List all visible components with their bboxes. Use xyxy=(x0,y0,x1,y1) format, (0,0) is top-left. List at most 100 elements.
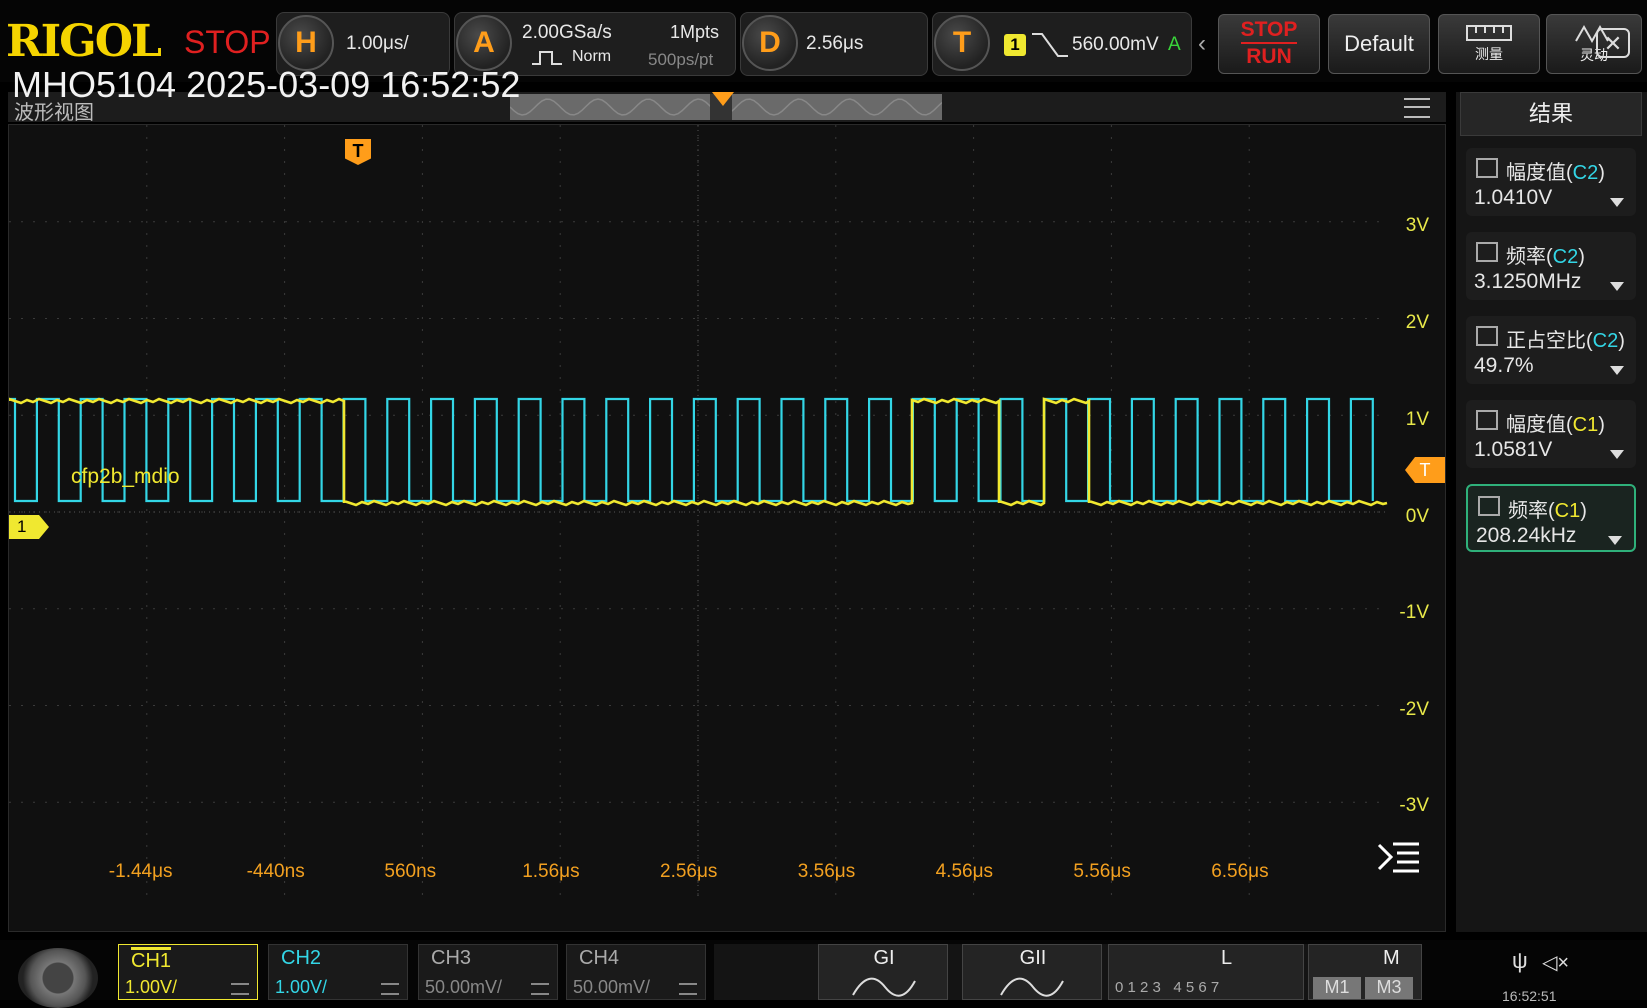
rigol-logo: RIGOL xyxy=(6,16,162,67)
result-name: 频率(C2) xyxy=(1506,246,1585,268)
y-tick-label: 3V xyxy=(1405,215,1429,236)
channel-tab-1[interactable]: CH1 1.00V/ xyxy=(118,944,258,1000)
timebase-value: 1.00μs/ xyxy=(346,33,409,54)
close-icon[interactable]: ✕ xyxy=(1596,28,1630,58)
result-name: 幅度值(C1) xyxy=(1506,414,1605,436)
navigation-menu-icon[interactable] xyxy=(1377,841,1421,873)
stop-run-button[interactable]: STOP RUN xyxy=(1218,14,1320,74)
channel-tab-4[interactable]: CH4 50.00mV/ xyxy=(566,944,706,1000)
channel-menu-icon[interactable] xyxy=(531,983,549,995)
default-button[interactable]: Default xyxy=(1328,14,1430,74)
chevron-down-icon[interactable] xyxy=(1610,282,1624,291)
waveform-canvas[interactable] xyxy=(9,125,1445,931)
measure-icon xyxy=(1476,242,1498,262)
result-channel: C2 xyxy=(1572,162,1599,184)
gii-sine-icon xyxy=(1000,977,1064,997)
measure-button[interactable]: 测量 xyxy=(1438,14,1540,74)
waveform-grid[interactable]: T T 1 cfp2b_mdio 3V 2V 1V 0V -1V -2V -3V -1.44… xyxy=(8,124,1446,932)
channel-name: CH4 xyxy=(579,947,620,969)
ch2-trace xyxy=(9,397,1374,503)
gii-tab[interactable]: GII xyxy=(962,944,1102,1000)
results-panel: 结果 幅度值(C2) 1.0410V 频率(C2) 3.1250MHz 正占空比(C2)… xyxy=(1456,92,1647,932)
usb-icon: ψ xyxy=(1512,948,1528,973)
channel-name: CH3 xyxy=(431,947,472,969)
result-value: 3.1250MHz xyxy=(1474,270,1582,293)
x-tick-label: -440ns xyxy=(246,861,305,882)
result-name: 正占空比(C2) xyxy=(1506,330,1625,352)
run-state-label: STOP xyxy=(184,24,271,60)
home-gear-icon[interactable] xyxy=(18,948,98,1008)
result-card[interactable]: 幅度值(C2) 1.0410V xyxy=(1466,148,1636,216)
y-tick-label: 1V xyxy=(1405,409,1429,430)
time-resolution: 500ps/pt xyxy=(648,50,714,69)
result-value: 49.7% xyxy=(1474,354,1534,377)
mute-icon[interactable]: ◁× xyxy=(1542,950,1569,975)
stop-label: STOP xyxy=(1240,18,1298,44)
delay-value: 2.56μs xyxy=(806,33,864,54)
result-card[interactable]: 正占空比(C2) 49.7% xyxy=(1466,316,1636,384)
math-tab[interactable]: M M1 M3 xyxy=(1308,944,1422,1000)
x-tick-label: 6.56μs xyxy=(1211,861,1269,882)
x-tick-label: 3.56μs xyxy=(797,861,856,882)
result-name: 幅度值(C2) xyxy=(1506,162,1605,184)
chevron-down-icon[interactable] xyxy=(1608,536,1622,545)
rising-edge-icon xyxy=(1032,33,1068,57)
trigger-time-marker-label: T xyxy=(352,141,364,161)
result-channel: C1 xyxy=(1572,414,1599,436)
menu-icon[interactable] xyxy=(1404,98,1430,118)
y-tick-label: 2V xyxy=(1405,312,1429,333)
result-value: 1.0581V xyxy=(1474,438,1553,461)
logic-label: L xyxy=(1221,947,1233,969)
ch1-ground-marker-label: 1 xyxy=(17,517,27,536)
result-value: 1.0410V xyxy=(1474,186,1553,209)
channel-tab-3[interactable]: CH3 50.00mV/ xyxy=(418,944,558,1000)
acquire-mode-icon xyxy=(532,51,562,65)
results-title: 结果 xyxy=(1460,92,1642,136)
delay-badge[interactable]: D xyxy=(742,15,798,71)
m1-label[interactable]: M1 xyxy=(1313,977,1361,999)
result-card[interactable]: 频率(C2) 3.1250MHz xyxy=(1466,232,1636,300)
trigger-badge[interactable]: T xyxy=(934,15,990,71)
channel-menu-icon[interactable] xyxy=(231,983,249,995)
trigger-sweep: A xyxy=(1168,34,1181,55)
y-tick-label: -1V xyxy=(1399,602,1429,623)
y-tick-label: -3V xyxy=(1399,795,1429,816)
x-tick-label: 5.56μs xyxy=(1073,861,1131,882)
y-tick-label: -2V xyxy=(1399,699,1429,720)
result-card[interactable]: 频率(C1) 208.24kHz xyxy=(1466,484,1636,552)
x-tick-label: -1.44μs xyxy=(108,861,173,882)
trigger-position-marker[interactable] xyxy=(712,92,734,106)
result-name: 频率(C1) xyxy=(1508,500,1587,522)
x-tick-label: 4.56μs xyxy=(935,861,994,882)
channel-name: CH2 xyxy=(281,947,322,969)
results-title-text: 结果 xyxy=(1528,101,1573,126)
trigger-source-badge: 1 xyxy=(1004,34,1026,56)
scroll-left-chevron-icon[interactable]: ‹ xyxy=(1198,30,1206,58)
gi-tab[interactable]: GI xyxy=(818,944,948,1000)
channel-menu-icon[interactable] xyxy=(679,983,697,995)
x-tick-label: 560ns xyxy=(384,861,437,882)
logic-tab[interactable]: L 0 1 2 3 4 5 6 7 xyxy=(1108,944,1304,1000)
y-tick-label: 0V xyxy=(1405,506,1429,527)
gii-label: GII xyxy=(1019,947,1047,969)
measure-icon xyxy=(1476,410,1498,430)
x-tick-label: 1.56μs xyxy=(522,861,580,882)
x-tick-label: 2.56μs xyxy=(660,861,718,882)
channel-scale: 1.00V/ xyxy=(125,977,178,997)
channel-scale: 50.00mV/ xyxy=(425,977,503,997)
horizontal-badge[interactable]: H xyxy=(278,15,334,71)
run-label: RUN xyxy=(1246,45,1292,68)
chevron-down-icon[interactable] xyxy=(1610,450,1624,459)
channel-menu-icon[interactable] xyxy=(381,983,399,995)
result-card[interactable]: 幅度值(C1) 1.0581V xyxy=(1466,400,1636,468)
channel-name: CH1 xyxy=(131,947,172,973)
chevron-down-icon[interactable] xyxy=(1610,198,1624,207)
chevron-down-icon[interactable] xyxy=(1610,366,1624,375)
channel-tab-2[interactable]: CH2 1.00V/ xyxy=(268,944,408,1000)
default-label: Default xyxy=(1344,31,1414,56)
trigger-level-marker-label: T xyxy=(1419,460,1431,480)
math-label: M xyxy=(1383,947,1400,969)
ruler-icon xyxy=(1466,25,1512,41)
acquire-badge[interactable]: A xyxy=(456,15,512,71)
m3-label[interactable]: M3 xyxy=(1365,977,1413,999)
